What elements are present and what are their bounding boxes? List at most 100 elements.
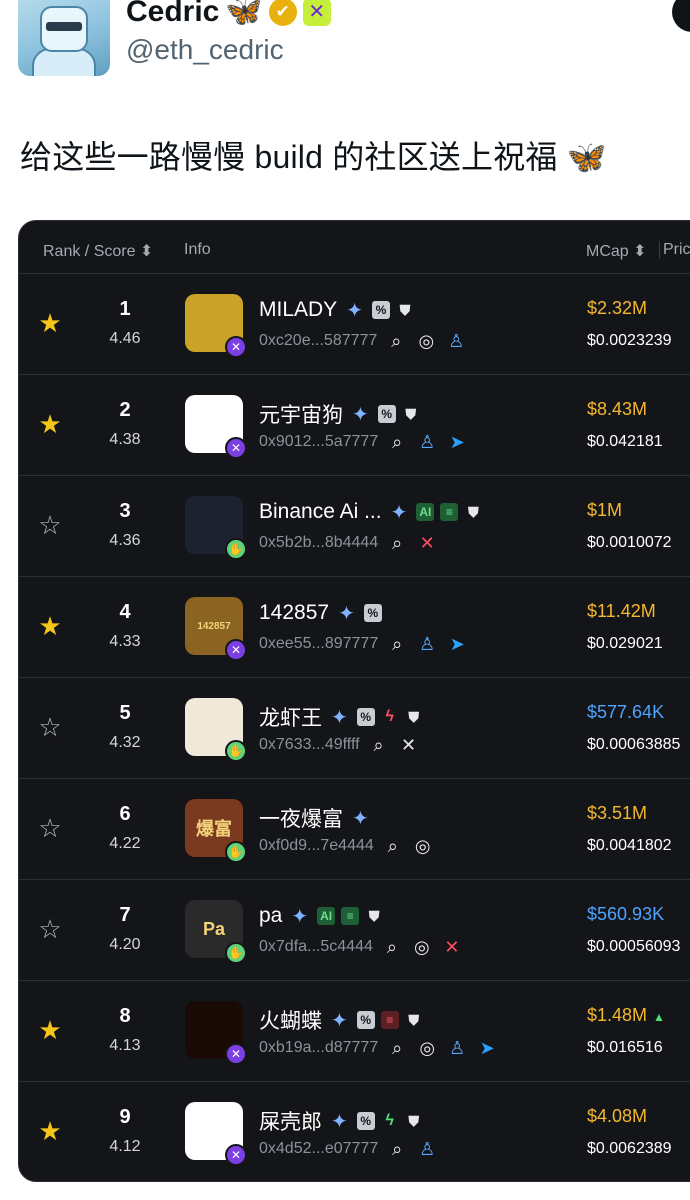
market-cap-value: $4.08M xyxy=(587,1106,648,1126)
price-value: $0.0041802 xyxy=(587,837,672,854)
list-tag-icon: ≡ xyxy=(380,1011,399,1029)
price-column-header[interactable]: Pric xyxy=(659,241,690,259)
percent-tag-icon: % xyxy=(356,708,375,726)
rank-score-column-header[interactable]: Rank / Score ⬍ xyxy=(43,241,153,261)
table-row[interactable]: ☆ 6 4.22 爆富 ✋ 一夜爆富 ✦ 0xf0d9...7e4444 ⌕ ◎ $3.51M $0.… xyxy=(19,778,690,879)
price-value: $0.0023239 xyxy=(587,332,672,349)
shield-icon: ⛊ xyxy=(468,503,479,520)
telegram-icon[interactable]: ➤ xyxy=(476,1037,498,1059)
table-header: Rank / Score ⬍ Info MCap ⬍ Pric xyxy=(19,221,690,273)
table-row[interactable]: ★ 8 4.13 ✕ 火蝴蝶 ✦% ≡ ⛊ 0xb19a...d87777 ⌕ ◎ ♙ ➤ $1.48M ▲… xyxy=(19,980,690,1081)
telegram-icon[interactable]: ➤ xyxy=(446,431,468,453)
favorite-star-icon[interactable]: ☆ xyxy=(37,815,63,841)
bolt-icon: ϟ xyxy=(385,708,394,725)
favorite-star-icon[interactable]: ★ xyxy=(37,1017,63,1043)
favorite-star-icon[interactable]: ★ xyxy=(37,411,63,437)
affiliation-badge-icon[interactable]: ✕ xyxy=(302,0,331,26)
search-icon[interactable]: ⌕ xyxy=(381,936,403,958)
token-name[interactable]: 元宇宙狗 xyxy=(259,399,343,429)
website-icon[interactable]: ◎ xyxy=(411,936,433,958)
rank-number: 1 xyxy=(119,298,131,320)
market-cap-value: $1.48M ▲ xyxy=(587,1005,665,1025)
rank-number: 2 xyxy=(119,399,131,421)
shield-icon: ⛊ xyxy=(408,708,420,725)
x-logo-icon[interactable]: ✕ xyxy=(416,532,438,554)
percent-tag-icon: % xyxy=(371,301,390,319)
verified-badge-icon[interactable]: ✔ xyxy=(268,0,297,26)
sparkle-icon: ✦ xyxy=(331,706,348,729)
search-icon[interactable]: ⌕ xyxy=(386,633,408,655)
shield-icon: ⛊ xyxy=(405,405,417,422)
mcap-column-header[interactable]: MCap ⬍ xyxy=(586,241,647,261)
contract-address[interactable]: 0x7dfa...5c4444 xyxy=(259,938,373,956)
table-row[interactable]: ★ 1 4.46 ✕ MILADY ✦% ⛊ 0xc20e...587777 ⌕ ◎ ♙ $2.32M… xyxy=(19,273,690,374)
favorite-star-icon[interactable]: ★ xyxy=(37,310,63,336)
sparkle-icon: ✦ xyxy=(331,1009,348,1032)
search-icon[interactable]: ⌕ xyxy=(386,1138,408,1160)
contract-address[interactable]: 0x5b2b...8b4444 xyxy=(259,534,378,552)
token-name[interactable]: MILADY xyxy=(259,298,337,322)
contract-address[interactable]: 0xf0d9...7e4444 xyxy=(259,837,374,855)
profile-icon[interactable]: ♙ xyxy=(416,1138,438,1160)
sparkle-icon: ✦ xyxy=(291,905,309,928)
user-avatar[interactable] xyxy=(18,0,110,76)
token-logo-text: 142857 xyxy=(197,620,231,632)
sparkle-icon: ✦ xyxy=(338,602,355,625)
profile-icon[interactable]: ♙ xyxy=(416,633,438,655)
search-icon[interactable]: ⌕ xyxy=(386,532,408,554)
token-name[interactable]: 龙虾王 xyxy=(259,702,322,732)
contract-address[interactable]: 0x7633...49ffff xyxy=(259,736,360,754)
rank-number: 8 xyxy=(119,1005,131,1027)
score-value: 4.38 xyxy=(109,431,141,448)
more-options-button[interactable] xyxy=(672,0,690,32)
token-name-line: 火蝴蝶 ✦% ≡ ⛊ xyxy=(259,1005,423,1035)
website-icon[interactable]: ◎ xyxy=(415,330,437,352)
table-row[interactable]: ★ 2 4.38 ✕ 元宇宙狗 ✦% ⛊ 0x9012...5a7777 ⌕ ♙ ➤ $8.43M $0… xyxy=(19,374,690,475)
profile-icon[interactable]: ♙ xyxy=(445,330,467,352)
table-row[interactable]: ★ 9 4.12 ✕ 屎壳郎 ✦% ϟ ⛊ 0x4d52...e07777 ⌕ ♙ $4.08M $0.… xyxy=(19,1081,690,1181)
search-icon[interactable]: ⌕ xyxy=(382,835,404,857)
favorite-star-icon[interactable]: ★ xyxy=(37,1118,63,1144)
display-name[interactable]: Cedric 🦋 ✔ ✕ xyxy=(126,0,331,29)
table-row[interactable]: ★ 4 4.33 142857 ✕ 142857 ✦% 0xee55...897777 ⌕ ♙ ➤ $… xyxy=(19,576,690,677)
market-cap-value: $8.43M xyxy=(587,399,648,419)
x-logo-icon[interactable]: ✕ xyxy=(441,936,463,958)
table-row[interactable]: ☆ 7 4.20 Pa ✋ pa ✦ AI ≡ ⛊ 0x7dfa...5c4444 ⌕ ◎ ✕ $560.9… xyxy=(19,879,690,980)
telegram-icon[interactable]: ➤ xyxy=(446,633,468,655)
contract-address[interactable]: 0x9012...5a7777 xyxy=(259,433,378,451)
token-name-line: MILADY ✦% ⛊ xyxy=(259,298,414,322)
x-logo-icon[interactable]: ✕ xyxy=(398,734,420,756)
token-name-line: pa ✦ AI ≡ ⛊ xyxy=(259,904,383,928)
price-value: $0.00063885 xyxy=(587,736,681,753)
token-name[interactable]: 142857 xyxy=(259,601,329,625)
contract-address[interactable]: 0xc20e...587777 xyxy=(259,332,377,350)
token-name[interactable]: pa xyxy=(259,904,282,928)
price-value: $0.0062389 xyxy=(587,1140,672,1157)
search-icon[interactable]: ⌕ xyxy=(386,431,408,453)
favorite-star-icon[interactable]: ☆ xyxy=(37,714,63,740)
contract-address[interactable]: 0xb19a...d87777 xyxy=(259,1039,378,1057)
tweet-text: 给这些一路慢慢 build 的社区送上祝福 🦋 xyxy=(20,139,607,175)
search-icon[interactable]: ⌕ xyxy=(386,1037,408,1059)
token-name[interactable]: 屎壳郎 xyxy=(259,1106,322,1136)
chain-badge-icon: ✕ xyxy=(225,1043,247,1065)
token-name[interactable]: 一夜爆富 xyxy=(259,803,343,833)
search-icon[interactable]: ⌕ xyxy=(368,734,390,756)
favorite-star-icon[interactable]: ☆ xyxy=(37,512,63,538)
table-row[interactable]: ☆ 5 4.32 ✋ 龙虾王 ✦% ϟ ⛊ 0x7633...49ffff ⌕ ✕ $577.64K $… xyxy=(19,677,690,778)
contract-address[interactable]: 0x4d52...e07777 xyxy=(259,1140,378,1158)
score-value: 4.33 xyxy=(109,633,141,650)
token-name[interactable]: Binance Ai ... xyxy=(259,500,382,524)
contract-address[interactable]: 0xee55...897777 xyxy=(259,635,378,653)
table-row[interactable]: ☆ 3 4.36 ✋ Binance Ai ... ✦ AI ≡ ⛊ 0x5b2b...8b444… xyxy=(19,475,690,576)
favorite-star-icon[interactable]: ☆ xyxy=(37,916,63,942)
profile-icon[interactable]: ♙ xyxy=(416,431,438,453)
price-value: $0.042181 xyxy=(587,433,663,450)
favorite-star-icon[interactable]: ★ xyxy=(37,613,63,639)
website-icon[interactable]: ◎ xyxy=(412,835,434,857)
profile-icon[interactable]: ♙ xyxy=(446,1037,468,1059)
token-name[interactable]: 火蝴蝶 xyxy=(259,1005,322,1035)
search-icon[interactable]: ⌕ xyxy=(385,330,407,352)
website-icon[interactable]: ◎ xyxy=(416,1037,438,1059)
user-handle[interactable]: @eth_cedric xyxy=(126,34,284,66)
